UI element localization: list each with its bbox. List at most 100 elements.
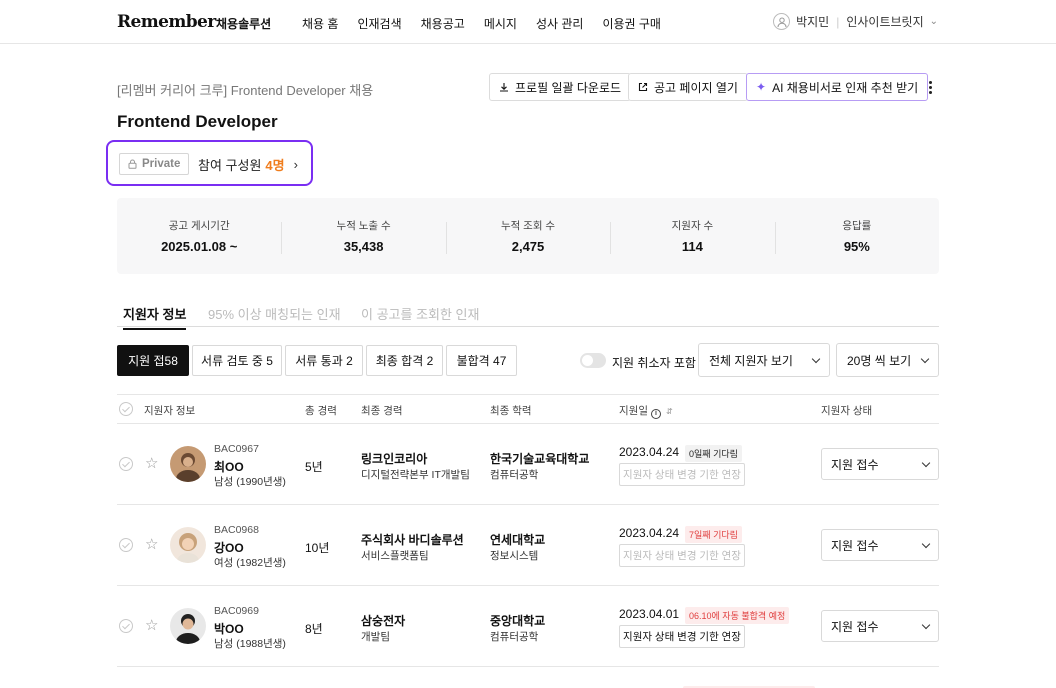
- last-company: 주식회사 바디솔루션: [361, 533, 464, 547]
- include-cancelled-toggle[interactable]: [580, 353, 606, 368]
- major: 컴퓨터공학: [490, 469, 539, 481]
- view-filter-value: 전체 지원자 보기: [709, 353, 793, 368]
- col-applied-date[interactable]: 지원일 i ⇵: [619, 403, 673, 419]
- tab-viewed-talent[interactable]: 이 공고를 조회한 인재: [361, 304, 479, 323]
- job-stats-panel: 공고 게시기간 2025.01.08 ~ 누적 노출 수 35,438 누적 조…: [117, 198, 939, 274]
- user-avatar-icon: [773, 13, 791, 30]
- user-name: 박지민: [796, 15, 830, 29]
- stat-value: 2025.01.08 ~: [161, 239, 238, 254]
- nav-item-talent-search[interactable]: 인재검색: [357, 15, 401, 32]
- extend-deadline-button[interactable]: 지원자 상태 변경 기한 연장: [619, 625, 745, 648]
- filter-final-passed[interactable]: 최종 합격 2: [366, 345, 443, 376]
- applicant-name[interactable]: 박OO: [214, 620, 244, 637]
- waiting-badge: 0일째 기다림: [685, 445, 742, 462]
- avatar: [170, 608, 206, 644]
- col-total-career: 총 경력: [305, 405, 337, 417]
- chevron-down-icon: [920, 354, 930, 363]
- applicant-name[interactable]: 강OO: [214, 539, 244, 556]
- sparkle-icon: ✦: [756, 80, 767, 94]
- stat-value: 114: [681, 239, 703, 254]
- external-link-icon: [638, 82, 648, 92]
- col-applicant-info: 지원자 정보: [144, 405, 196, 417]
- members-link[interactable]: 참여 구성원 4명 ›: [198, 155, 298, 174]
- page-size-select[interactable]: 20명 씩 보기: [836, 343, 939, 377]
- row-checkbox[interactable]: [119, 619, 133, 633]
- applicant-id: BAC0968: [214, 524, 259, 536]
- stat-value: 35,438: [343, 239, 384, 254]
- members-label: 참여 구성원: [198, 158, 262, 173]
- status-value: 지원 접수: [831, 538, 879, 553]
- table-row[interactable]: ☆ BAC0968 강OO 여성 (1982년생) 10년 주식회사 바디솔루션…: [117, 505, 939, 586]
- star-icon[interactable]: ☆: [145, 454, 158, 472]
- total-career: 10년: [305, 541, 330, 555]
- tab-bar: 지원자 정보 95% 이상 매칭되는 인재 이 공고를 조회한 인재: [117, 300, 939, 330]
- filter-doc-review[interactable]: 서류 검토 중 5: [192, 345, 282, 376]
- avatar: [170, 527, 206, 563]
- last-dept: 디지털전략본부 IT개발팀: [361, 469, 470, 481]
- star-icon[interactable]: ☆: [145, 616, 158, 634]
- row-checkbox[interactable]: [119, 538, 133, 552]
- chevron-down-icon: [921, 620, 931, 629]
- extend-deadline-button[interactable]: 지원자 상태 변경 기한 연장: [619, 544, 745, 567]
- status-value: 지원 접수: [831, 457, 879, 472]
- col-education: 최종 학력: [490, 405, 532, 417]
- last-dept: 서비스플랫폼팀: [361, 550, 429, 562]
- filter-rejected[interactable]: 불합격 47: [446, 345, 517, 376]
- nav-item-success-mgmt[interactable]: 성사 관리: [536, 15, 584, 32]
- table-row[interactable]: ☆ BAC0969 박OO 남성 (1988년생) 8년 삼숭전자 개발팀 중앙…: [117, 586, 939, 667]
- row-checkbox[interactable]: [119, 457, 133, 471]
- user-menu[interactable]: 박지민 | 인사이트브릿지 ⌄: [773, 13, 938, 30]
- school: 중앙대학교: [490, 614, 546, 628]
- nav-item-job-posts[interactable]: 채용공고: [421, 15, 465, 32]
- filter-applied[interactable]: 지원 접58: [117, 345, 189, 376]
- total-career: 8년: [305, 622, 323, 636]
- tab-matching-talent[interactable]: 95% 이상 매칭되는 인재: [208, 304, 341, 323]
- open-job-page-button[interactable]: 공고 페이지 열기: [628, 73, 748, 101]
- nav-item-messages[interactable]: 메시지: [484, 15, 517, 32]
- school: 연세대학교: [490, 533, 546, 547]
- tab-applicant-info[interactable]: 지원자 정보: [123, 304, 187, 330]
- chevron-down-icon: [811, 354, 821, 363]
- divider: |: [836, 14, 840, 29]
- members-count: 4명: [265, 158, 285, 173]
- stat-label: 누적 조회 수: [500, 220, 556, 232]
- stat-label: 누적 노출 수: [336, 220, 391, 232]
- table-row[interactable]: ☆ BAC0967 최OO 남성 (1990년생) 5년 링크인코리아 디지털전…: [117, 424, 939, 505]
- nav-menu: 채용 홈 인재검색 채용공고 메시지 성사 관리 이용권 구매: [302, 15, 680, 32]
- visibility-members-box: Private 참여 구성원 4명 ›: [106, 140, 313, 186]
- info-icon[interactable]: i: [650, 408, 661, 419]
- select-all-checkbox[interactable]: [119, 402, 133, 416]
- stat-post-period: 공고 게시기간 2025.01.08 ~: [117, 218, 281, 254]
- logo-subtitle: 채용솔루션: [216, 17, 272, 31]
- nav-item-recruit-home[interactable]: 채용 홈: [302, 15, 338, 32]
- logo[interactable]: Remember: [117, 12, 216, 32]
- nav-item-purchase[interactable]: 이용권 구매: [602, 15, 661, 32]
- status-select[interactable]: 지원 접수: [821, 448, 939, 480]
- page-title: Frontend Developer: [117, 112, 278, 131]
- sort-icon[interactable]: ⇵: [666, 407, 673, 416]
- page-size-value: 20명 씩 보기: [847, 353, 912, 368]
- lock-icon: [128, 159, 137, 169]
- ai-recommend-button[interactable]: ✦ AI 채용비서로 인재 추천 받기: [746, 73, 929, 101]
- col-last-career: 최종 경력: [361, 405, 403, 417]
- private-label: Private: [142, 158, 181, 170]
- status-select[interactable]: 지원 접수: [821, 529, 939, 561]
- filter-doc-passed[interactable]: 서류 통과 2: [285, 345, 363, 376]
- last-company: 삼숭전자: [361, 614, 406, 628]
- ai-recommend-label: AI 채용비서로 인재 추천 받기: [772, 80, 919, 95]
- school: 한국기술교육대학교: [490, 452, 590, 466]
- download-profiles-button[interactable]: 프로필 일괄 다운로드: [489, 73, 632, 101]
- applicant-name[interactable]: 최OO: [214, 458, 244, 475]
- stat-views: 누적 조회 수 2,475: [445, 218, 610, 254]
- open-job-page-label: 공고 페이지 열기: [654, 80, 738, 95]
- stat-applicants: 지원자 수 114: [610, 218, 774, 254]
- chevron-down-icon: [921, 458, 931, 467]
- applied-date: 2023.04.24: [619, 526, 680, 540]
- waiting-badge: 7일째 기다림: [685, 526, 742, 543]
- status-select[interactable]: 지원 접수: [821, 610, 939, 642]
- star-icon[interactable]: ☆: [145, 535, 158, 553]
- applied-date: 2023.04.24: [619, 445, 680, 459]
- more-options-icon[interactable]: [922, 76, 938, 98]
- extend-deadline-button[interactable]: 지원자 상태 변경 기한 연장: [619, 463, 745, 486]
- view-filter-select[interactable]: 전체 지원자 보기: [698, 343, 830, 377]
